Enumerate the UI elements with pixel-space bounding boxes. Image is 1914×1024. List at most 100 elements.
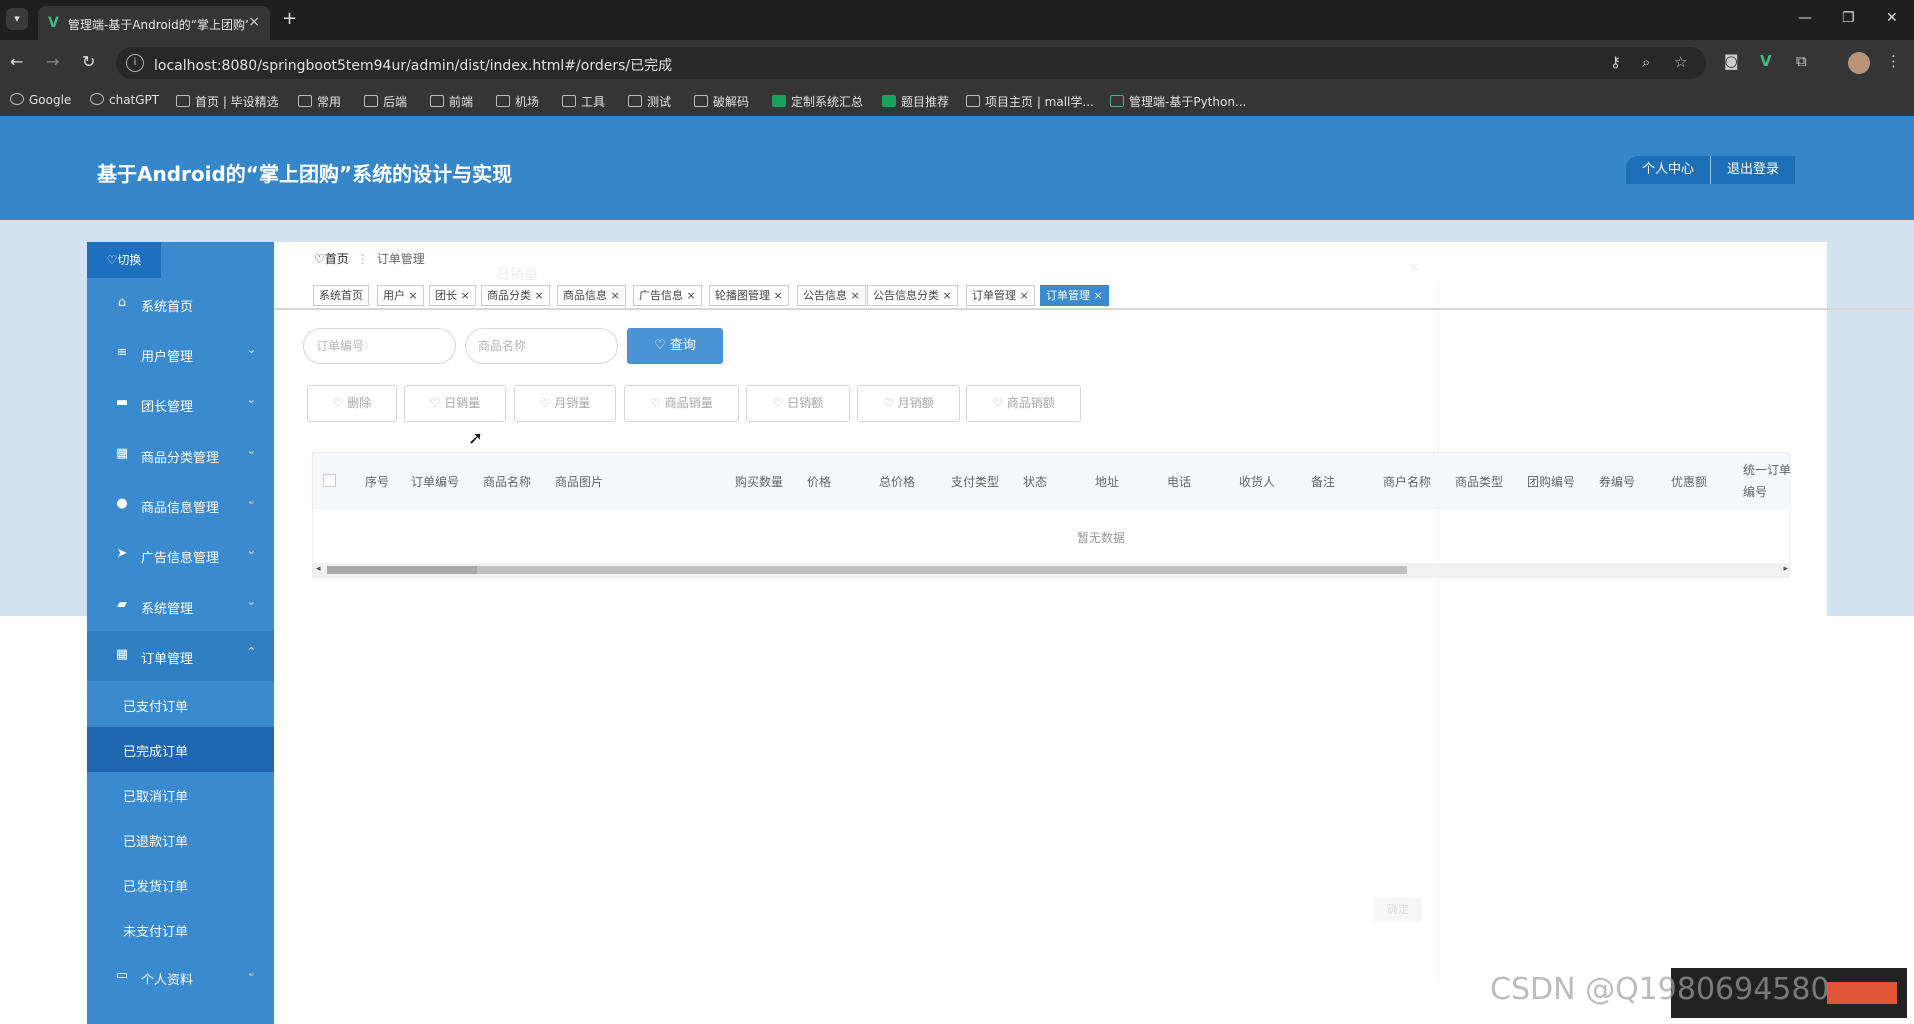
forward-icon[interactable]: → (46, 52, 59, 71)
address-bar[interactable]: i localhost:8080/springboot5tem94ur/admi… (116, 47, 1706, 79)
recorder-stop-button[interactable] (1827, 982, 1897, 1004)
grid-icon: ▦ (115, 446, 129, 461)
vue-devtools-icon[interactable]: V (1760, 52, 1772, 70)
zoom-icon[interactable]: ⌕ (1642, 53, 1650, 71)
bookmark-folder[interactable]: 前端 (430, 93, 473, 110)
bookmark-folder[interactable]: 破解码 (694, 93, 749, 110)
column-header: 地址 (1095, 475, 1120, 489)
sidebar-sub-completed-orders[interactable]: 已完成订单 (87, 727, 274, 772)
bookmark-item[interactable]: chatGPT (90, 93, 159, 107)
profile-avatar[interactable] (1848, 52, 1870, 74)
bookmark-item[interactable]: 首页 | 毕设精选 (176, 93, 279, 110)
sidebar-item-products[interactable]: ● 商品信息管理 ⌄ (87, 480, 274, 530)
bookmark-folder[interactable]: 工具 (562, 93, 605, 110)
window-close-icon[interactable]: ✕ (1886, 10, 1898, 26)
column-header: 团购编号 (1527, 475, 1576, 489)
order-no-input[interactable] (303, 328, 456, 364)
extensions-puzzle-icon[interactable]: ⧉ (1796, 52, 1807, 70)
folder-icon (364, 95, 378, 107)
reload-icon[interactable]: ↻ (82, 52, 95, 71)
site-icon (772, 95, 786, 107)
order-no-field[interactable] (304, 329, 455, 363)
bookmark-item[interactable]: 题目推荐 (882, 93, 949, 110)
sidebar-item-home[interactable]: ⌂ 系统首页 (87, 279, 274, 329)
ghost-dialog-confirm-button[interactable]: 确定 (1374, 898, 1422, 922)
column-header: 收货人 (1239, 475, 1276, 489)
bookmark-folder[interactable]: 后端 (364, 93, 407, 110)
orders-table: 序号 订单编号 商品名称 商品图片 购买数量 价格 总价格 支付类型 状态 地址… (312, 452, 1791, 578)
back-icon[interactable]: ← (10, 52, 23, 71)
personal-center-button[interactable]: 个人中心 (1626, 156, 1710, 184)
bookmark-item[interactable]: Google (10, 93, 71, 107)
bookmark-folder[interactable]: 测试 (628, 93, 671, 110)
sidebar-item-ads[interactable]: ➤ 广告信息管理 ⌄ (87, 530, 274, 580)
scrollbar-thumb[interactable] (327, 566, 477, 574)
sidebar-sub-shipped-orders[interactable]: 已发货订单 (87, 862, 274, 907)
sidebar-item-profile[interactable]: ▭ 个人资料 ⌄ (87, 952, 274, 1002)
empty-state-text: 暂无数据 (1077, 531, 1126, 545)
sidebar-sub-cancelled-orders[interactable]: 已取消订单 (87, 772, 274, 817)
sidebar-sub-refunded-orders[interactable]: 已退款订单 (87, 817, 274, 862)
sidebar-sub-paid-orders[interactable]: 已支付订单 (87, 682, 274, 727)
scrollbar-track-thumb[interactable] (327, 566, 1407, 574)
breadcrumb-home[interactable]: ♡首页 (314, 252, 349, 266)
sidebar-item-categories[interactable]: ▦ 商品分类管理 ⌄ (87, 430, 274, 480)
tab-close-icon[interactable]: × (248, 14, 260, 30)
tag-item[interactable]: 团长 × (429, 285, 476, 306)
switch-button[interactable]: ♡切换 (87, 242, 161, 278)
chevron-down-icon: ⌄ (246, 595, 256, 608)
bookmark-star-icon[interactable]: ☆ (1674, 53, 1687, 71)
monthly-revenue-button[interactable]: ♡ 月销额 (857, 385, 960, 422)
product-name-input[interactable] (465, 328, 618, 364)
bookmark-item[interactable]: 管理端-基于Python... (1110, 93, 1246, 110)
tab-search-icon[interactable]: ▾ (6, 8, 28, 30)
ghost-dialog-close-icon[interactable]: × (1408, 260, 1420, 276)
logout-button[interactable]: 退出登录 (1710, 156, 1795, 184)
daily-revenue-button[interactable]: ♡ 日销额 (746, 385, 850, 422)
restore-icon[interactable]: ❐ (1842, 10, 1855, 26)
browser-menu-icon[interactable]: ⋮ (1886, 52, 1901, 70)
tag-item[interactable]: 系统首页 (313, 285, 369, 306)
bookmark-folder[interactable]: 机场 (496, 93, 539, 110)
tag-item[interactable]: 商品信息 × (557, 285, 626, 306)
sidebar-item-system[interactable]: ▰ 系统管理 ⌄ (87, 581, 274, 631)
tag-item[interactable]: 用户 × (377, 285, 424, 306)
tag-item[interactable]: 商品分类 × (481, 285, 550, 306)
sidebar-sub-label: 未支付订单 (123, 925, 189, 940)
query-button[interactable]: ♡ 查询 (627, 328, 723, 364)
tag-item[interactable]: 订单管理 × (966, 285, 1035, 306)
product-revenue-button[interactable]: ♡ 商品销额 (966, 385, 1081, 422)
tag-item[interactable]: 轮播图管理 × (709, 285, 789, 306)
send-icon: ➤ (116, 546, 128, 561)
tag-item[interactable]: 公告信息 × (797, 285, 866, 306)
product-name-field[interactable] (466, 329, 617, 363)
monthly-sales-button[interactable]: ♡ 月销量 (514, 385, 616, 422)
product-sales-button[interactable]: ♡ 商品销量 (624, 385, 739, 422)
sidebar-item-leaders[interactable]: ▬ 团长管理 ⌄ (87, 379, 274, 429)
delete-button[interactable]: ♡ 删除 (307, 385, 397, 422)
sidebar-sub-unpaid-orders[interactable]: 未支付订单 (87, 907, 274, 952)
site-info-icon[interactable]: i (126, 54, 144, 72)
bookmark-item[interactable]: 项目主页 | mall学... (966, 93, 1094, 110)
select-all-checkbox[interactable] (323, 474, 336, 487)
chevron-down-icon: ⌄ (246, 393, 256, 406)
tag-item[interactable]: 公告信息分类 × (867, 285, 958, 306)
new-tab-icon[interactable]: + (282, 8, 297, 29)
extension-icon[interactable]: ◙ (1724, 52, 1739, 70)
tag-item-active[interactable]: 订单管理 × (1040, 285, 1109, 306)
password-key-icon[interactable]: ⚷ (1610, 53, 1621, 71)
browser-tab[interactable]: V 管理端-基于Android的“掌上团购”系统的设计与实现 × (38, 6, 270, 40)
scroll-right-icon[interactable]: ▸ (1783, 564, 1788, 574)
tag-item[interactable]: 广告信息 × (633, 285, 702, 306)
bookmark-folder[interactable]: 常用 (298, 93, 341, 110)
content-panel-lower (274, 616, 1914, 1024)
column-header: 券编号 (1599, 475, 1636, 489)
minimize-icon[interactable]: — (1798, 10, 1812, 26)
scroll-left-icon[interactable]: ◂ (316, 564, 321, 574)
bookmark-item[interactable]: 定制系统汇总 (772, 93, 863, 110)
daily-sales-button[interactable]: ♡ 日销量 (404, 385, 506, 422)
horizontal-scrollbar[interactable]: ◂ ▸ (313, 563, 1791, 577)
sidebar-item-users[interactable]: ≡ 用户管理 ⌄ (87, 329, 274, 379)
sidebar-item-label: 广告信息管理 (141, 551, 220, 566)
sidebar-item-orders[interactable]: ▦ 订单管理 ⌃ (87, 631, 274, 681)
